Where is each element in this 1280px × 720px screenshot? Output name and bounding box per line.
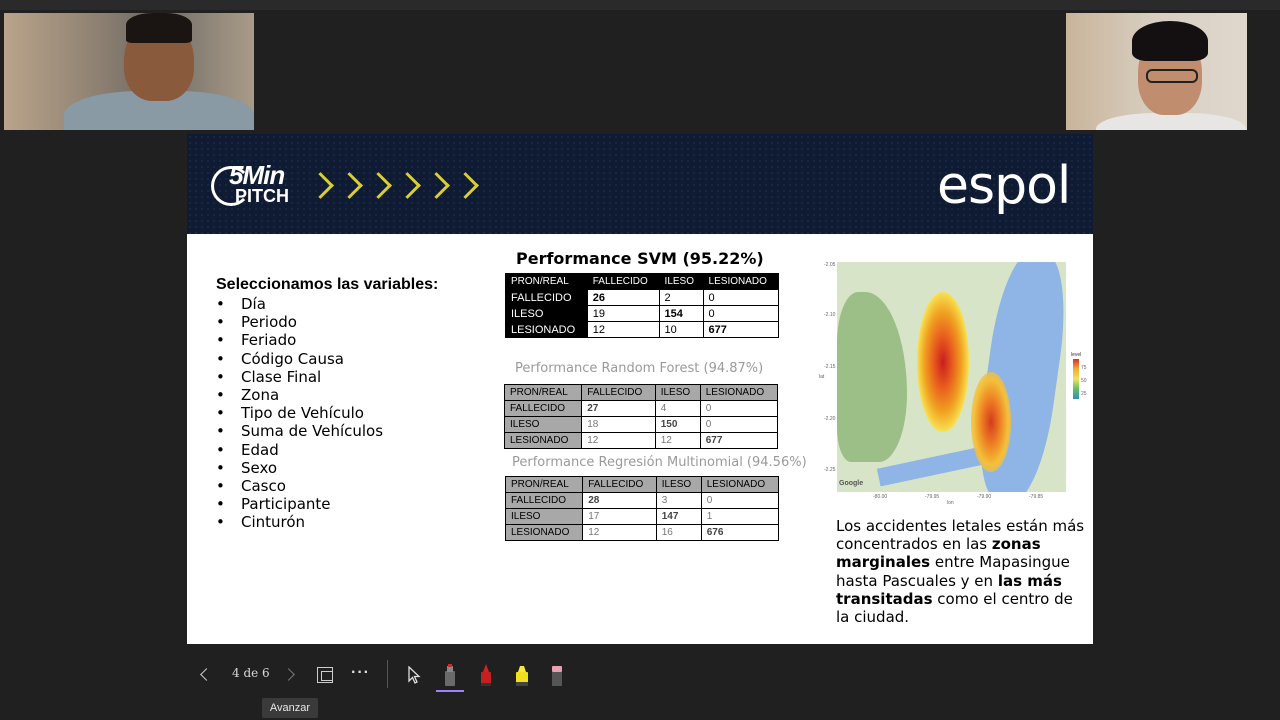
table-row: ILESO 19 154 0	[505, 305, 780, 322]
axis-tick: -80.00	[873, 494, 888, 500]
accident-heatmap: Google	[837, 262, 1066, 492]
toolbar-divider	[387, 660, 388, 688]
conclusion-text: Los accidentes letales están más concent…	[836, 517, 1085, 627]
previous-slide-button[interactable]	[198, 666, 214, 684]
axis-tick: -2.10	[824, 312, 836, 318]
table-row: FALLECIDO 27 4 0	[503, 400, 779, 417]
axis-tick: -2.25	[824, 467, 836, 473]
legend-title: level	[1071, 352, 1082, 358]
heat-zone-center	[971, 372, 1011, 472]
table-row: LESIONADO 12 12 677	[503, 432, 779, 449]
table-header: ILESO	[655, 476, 702, 493]
table-row: FALLECIDO 28 3 0	[504, 492, 780, 509]
legend-value: 50	[1081, 378, 1087, 384]
google-watermark: Google	[839, 480, 864, 487]
list-item: Casco	[216, 477, 438, 495]
table-header: LESIONADO	[700, 476, 780, 493]
table-row: ILESO 18 150 0	[503, 416, 779, 433]
list-item: Feriado	[216, 331, 438, 349]
svm-title: Performance SVM (95.22%)	[516, 249, 764, 268]
list-item: Sexo	[216, 459, 438, 477]
axis-label: lon	[947, 500, 954, 506]
list-item: Día	[216, 295, 438, 313]
table-row: LESIONADO 12 16 676	[504, 524, 780, 541]
axis-tick: -2.05	[824, 262, 836, 268]
slide-banner: 5Min PITCH espol	[187, 134, 1093, 234]
table-header: ILESO	[658, 273, 704, 290]
highlighter-icon[interactable]	[515, 663, 529, 687]
espol-logo: espol	[937, 156, 1071, 216]
5min-pitch-logo: 5Min PITCH	[211, 160, 303, 212]
slide-overview-icon[interactable]	[317, 667, 333, 683]
laser-pen-icon[interactable]	[443, 663, 457, 687]
svm-confusion-table: PRON/REAL FALLECIDO ILESO LESIONADO FALL…	[505, 273, 780, 338]
variables-list: Seleccionamos las variables: Día Periodo…	[216, 276, 438, 532]
axis-tick: -79.85	[1029, 494, 1044, 500]
table-row: FALLECIDO 26 2 0	[505, 289, 780, 306]
slide-counter: 4 de 6	[232, 666, 270, 680]
heatmap-legend	[1073, 359, 1079, 399]
presentation-slide: 5Min PITCH espol Seleccionamos las varia…	[187, 134, 1093, 644]
table-row: ILESO 17 147 1	[504, 508, 780, 525]
list-item: Edad	[216, 441, 438, 459]
logo-pitch-text: PITCH	[235, 186, 289, 206]
rm-confusion-table: PRON/REAL FALLECIDO ILESO LESIONADO FALL…	[504, 476, 780, 541]
legend-value: 75	[1081, 365, 1087, 371]
participant-video-2	[1066, 13, 1247, 130]
axis-label: lat	[819, 374, 825, 380]
list-item: Periodo	[216, 313, 438, 331]
eraser-icon[interactable]	[550, 663, 564, 687]
rf-confusion-table: PRON/REAL FALLECIDO ILESO LESIONADO FALL…	[503, 384, 779, 449]
table-header: LESIONADO	[702, 273, 780, 290]
top-bar	[0, 0, 1280, 10]
chevron-decoration	[309, 170, 477, 202]
list-item: Código Causa	[216, 350, 438, 368]
rf-title: Performance Random Forest (94.87%)	[515, 361, 764, 376]
table-row: LESIONADO 12 10 677	[505, 321, 780, 338]
next-slide-button[interactable]	[282, 666, 298, 684]
tooltip: Avanzar	[262, 698, 318, 718]
table-header: LESIONADO	[699, 384, 779, 401]
list-item: Suma de Vehículos	[216, 422, 438, 440]
red-pen-icon[interactable]	[479, 663, 493, 687]
table-header: PRON/REAL	[505, 273, 588, 290]
heat-zone-north	[917, 292, 969, 432]
axis-tick: -79.95	[925, 494, 940, 500]
table-header: ILESO	[654, 384, 701, 401]
list-item: Tipo de Vehículo	[216, 404, 438, 422]
list-item: Cinturón	[216, 513, 438, 531]
variables-title: Seleccionamos las variables:	[216, 276, 439, 293]
list-item: Clase Final	[216, 368, 438, 386]
table-header: PRON/REAL	[504, 476, 584, 493]
axis-tick: -79.90	[977, 494, 992, 500]
rm-title: Performance Regresión Multinomial (94.56…	[512, 455, 807, 470]
participant-video-1	[4, 13, 254, 130]
more-options-icon[interactable]: ···	[351, 664, 370, 682]
axis-tick: -2.15	[824, 364, 836, 370]
table-header: PRON/REAL	[503, 384, 583, 401]
table-header: FALLECIDO	[586, 273, 660, 290]
list-item: Participante	[216, 495, 438, 513]
table-header: FALLECIDO	[582, 476, 657, 493]
legend-value: 25	[1081, 391, 1087, 397]
table-header: FALLECIDO	[581, 384, 656, 401]
axis-tick: -2.20	[824, 416, 836, 422]
active-tool-indicator	[436, 690, 464, 692]
list-item: Zona	[216, 386, 438, 404]
